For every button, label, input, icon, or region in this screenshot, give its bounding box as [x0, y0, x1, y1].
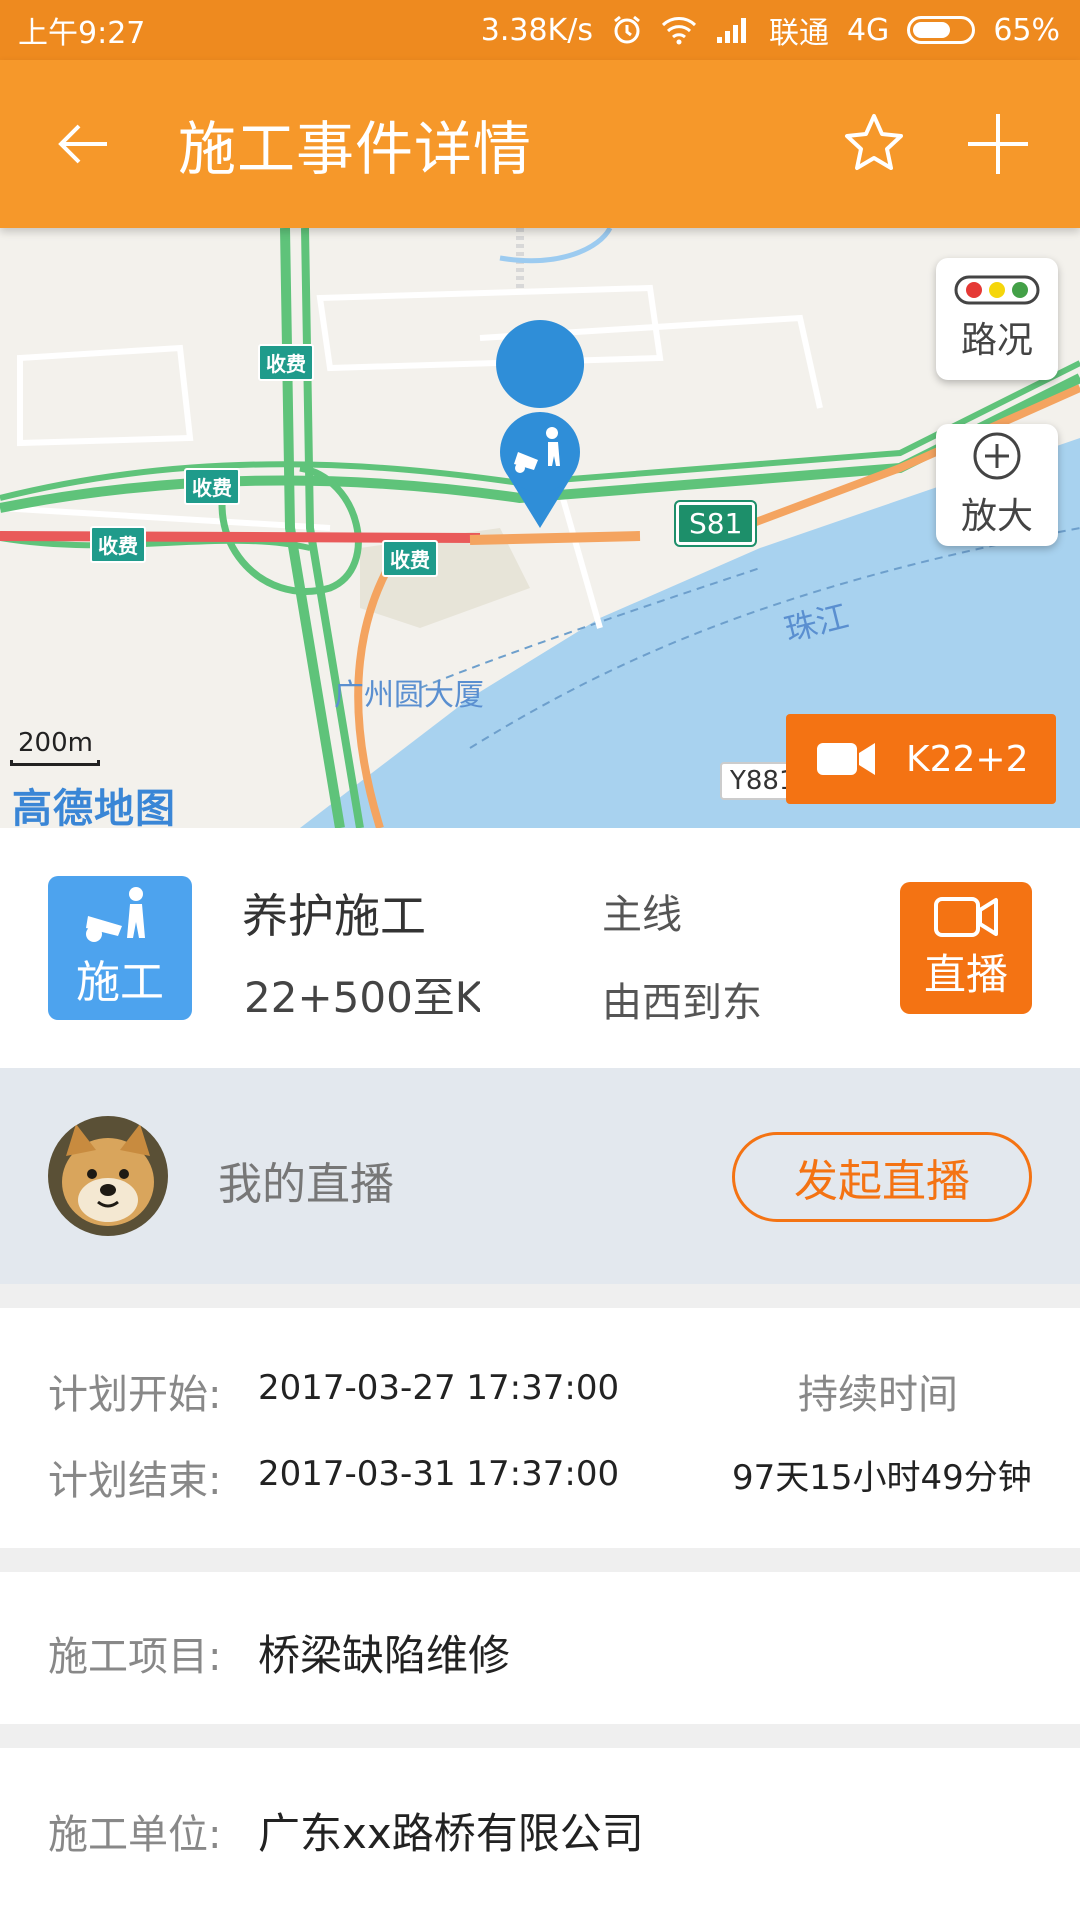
- duration-title: 持续时间: [798, 1372, 958, 1418]
- divider: [0, 1724, 1080, 1748]
- building-label: 广州圆大厦: [334, 678, 484, 713]
- plan-start-value: 2017-03-27 17:37:00: [258, 1368, 620, 1408]
- back-button[interactable]: [42, 102, 126, 186]
- alarm-icon: [611, 14, 643, 46]
- network-type: 4G: [846, 12, 890, 48]
- toll-label: 收费: [184, 468, 240, 505]
- event-range: 22+500至K2: [244, 973, 480, 1022]
- plan-end-label: 计划结束:: [48, 1458, 222, 1504]
- construction-badge-label: 施工: [76, 957, 164, 1008]
- project-value: 桥梁缺陷维修: [258, 1631, 511, 1680]
- live-button[interactable]: 直播: [900, 882, 1032, 1014]
- zoom-label: 放大: [960, 496, 1033, 537]
- scale-value: 200m: [18, 728, 93, 758]
- battery-percent: 65%: [993, 12, 1060, 48]
- page-title: 施工事件详情: [178, 115, 533, 183]
- plus-icon: [968, 114, 1028, 174]
- project-section: 施工项目: 桥梁缺陷维修: [0, 1572, 1080, 1724]
- status-bar: 上午9:27 3.38K/s 联通 4G 65%: [0, 0, 1080, 60]
- zoom-plus-icon: [973, 432, 1021, 480]
- zoom-in-button[interactable]: 放大: [936, 424, 1058, 546]
- toll-label: 收费: [90, 526, 146, 563]
- scale-bar: [10, 760, 100, 766]
- camera-chip-label: K22+2: [906, 738, 1029, 780]
- carrier: 联通: [768, 16, 829, 51]
- company-section: 施工单位: 广东xx路桥有限公司: [0, 1748, 1080, 1920]
- divider: [0, 1284, 1080, 1308]
- plan-end-value: 2017-03-31 17:37:00: [258, 1454, 620, 1494]
- project-label: 施工项目:: [48, 1634, 222, 1680]
- map-scale: 200m: [10, 728, 100, 766]
- favorite-button[interactable]: [832, 102, 916, 186]
- company-value: 广东xx路桥有限公司: [258, 1809, 644, 1858]
- avatar[interactable]: [48, 1116, 168, 1236]
- duration-value: 97天15小时49分钟: [732, 1458, 1032, 1498]
- traffic-light-icon: [954, 275, 1040, 305]
- divider: [0, 1548, 1080, 1572]
- camera-chip[interactable]: K22+2: [786, 714, 1056, 804]
- toll-label: 收费: [382, 540, 438, 577]
- traffic-label: 路况: [960, 320, 1033, 361]
- star-icon: [845, 114, 903, 170]
- network-speed: 3.38K/s: [480, 12, 593, 48]
- video-camera-icon: [786, 739, 906, 779]
- map-view[interactable]: 收费 收费 收费 收费 S81 Y881 珠江 广州圆大厦 路况 放大 200m…: [0, 228, 1080, 828]
- toll-label: 收费: [258, 344, 314, 381]
- traffic-button[interactable]: 路况: [936, 258, 1058, 380]
- video-camera-icon: [934, 896, 998, 937]
- plan-start-label: 计划开始:: [48, 1372, 222, 1418]
- wifi-icon: [661, 15, 697, 45]
- live-button-label: 直播: [923, 949, 1008, 999]
- event-line: 主线: [602, 892, 682, 938]
- back-arrow-icon: [58, 124, 107, 164]
- schedule-section: 计划开始: 2017-03-27 17:37:00 计划结束: 2017-03-…: [0, 1308, 1080, 1548]
- road-shield-s81: S81: [676, 502, 756, 545]
- map-provider-logo: 高德地图: [12, 786, 176, 828]
- event-direction: 由西到东: [602, 980, 762, 1026]
- app-bar: 施工事件详情: [0, 60, 1080, 228]
- add-button[interactable]: [956, 102, 1040, 186]
- construction-badge: 施工: [48, 876, 192, 1020]
- event-type: 养护施工: [242, 889, 426, 943]
- my-live-label: 我的直播: [218, 1159, 394, 1210]
- signal-icon: [715, 15, 751, 45]
- status-time: 上午9:27: [18, 16, 146, 51]
- event-summary: 施工 养护施工 22+500至K2 主线 由西到东 直播: [0, 828, 1080, 1068]
- battery-icon: [907, 16, 976, 44]
- construction-worker-icon: [86, 887, 145, 942]
- start-live-button[interactable]: 发起直播: [732, 1132, 1032, 1222]
- company-label: 施工单位:: [48, 1812, 222, 1858]
- my-live-section: 我的直播 发起直播: [0, 1068, 1080, 1284]
